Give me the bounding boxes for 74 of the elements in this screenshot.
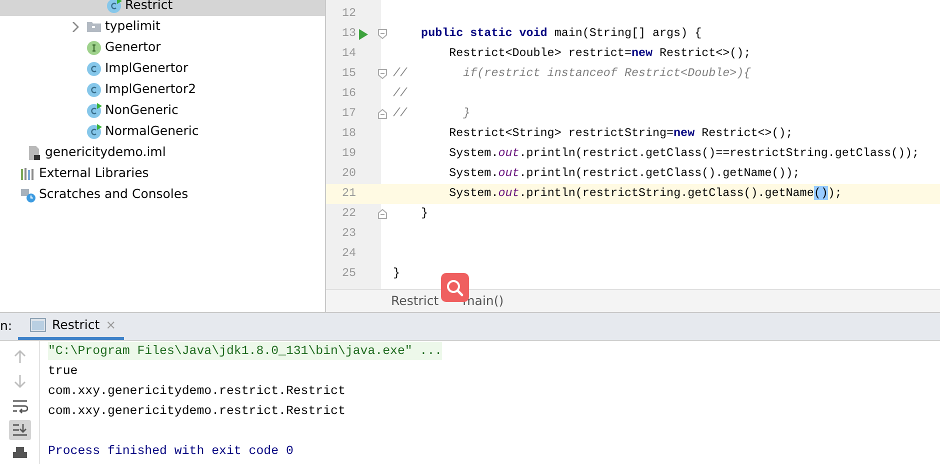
tree-row[interactable]: Genertor [0, 37, 325, 58]
line-number: 18 [340, 125, 356, 142]
code-line: Restrict<String> restrictString=new Restrict<>(); [448, 125, 793, 142]
tree-row[interactable]: NormalGeneric [0, 121, 325, 142]
line-number: 22 [340, 205, 356, 222]
line-number: 17 [340, 105, 356, 122]
tree-item-label: typelimit [105, 17, 160, 36]
code-editor[interactable] [326, 0, 940, 289]
tree-item-label: Genertor [105, 38, 161, 56]
code-line: // } [393, 105, 470, 122]
line-number: 23 [340, 225, 356, 242]
line-number: 13 [340, 25, 356, 42]
tree-row[interactable]: Restrict [0, 0, 325, 16]
tree-row[interactable]: External Libraries [0, 163, 325, 184]
fold-icon [378, 69, 387, 79]
library-icon [20, 166, 36, 182]
tree-item-label: NormalGeneric [105, 122, 199, 140]
tree-row[interactable]: ImplGenertor2 [0, 79, 325, 100]
up-arrow-icon [12, 349, 28, 366]
tree-row[interactable]: typelimit [0, 16, 325, 37]
line-number: 19 [340, 145, 356, 162]
interface-icon [86, 40, 102, 56]
fold-icon [378, 209, 387, 219]
code-line: System.out.println(restrictString.getClass().getName()); [448, 185, 842, 202]
line-number: 20 [340, 165, 356, 182]
tree-item-label: ImplGenertor2 [105, 80, 196, 98]
search-icon [446, 278, 464, 296]
line-number: 25 [340, 265, 356, 282]
class-icon [106, 0, 122, 14]
scratches-icon [20, 186, 36, 202]
toolbar-button[interactable] [8, 420, 30, 440]
chevron-icon [70, 22, 78, 32]
down-arrow-icon [12, 373, 28, 390]
run-icon [358, 28, 368, 40]
console-line: com.xxy.genericitydemo.restrict.Restrict [48, 402, 346, 420]
class-icon [86, 82, 102, 98]
line-number: 12 [340, 5, 356, 22]
tree-item-label: ImplGenertor [105, 59, 188, 78]
soft-wrap-icon [12, 398, 28, 414]
panel-label: n: [0, 317, 14, 336]
tree-row[interactable]: genericitydemo.iml [0, 142, 325, 163]
tree-item-label: Scratches and Consoles [39, 185, 188, 204]
breadcrumb-link[interactable]: Restrict [391, 292, 439, 310]
code-line: } [393, 265, 400, 282]
console-line: Process finished with exit code 0 [48, 442, 294, 460]
line-number: 16 [340, 85, 356, 102]
fold-icon [378, 29, 387, 39]
code-line: // if(restrict instanceof Restrict<Double>){ [393, 65, 751, 82]
file-icon [26, 144, 42, 160]
line-number: 14 [340, 45, 356, 62]
tree-row[interactable]: ImplGenertor [0, 58, 325, 79]
code-line: Restrict<Double> restrict=new Restrict<>(); [448, 45, 751, 62]
tree-item-label: NonGeneric [105, 101, 178, 120]
console-line: true [48, 362, 78, 380]
code-line: // [393, 85, 408, 102]
console-icon [30, 318, 46, 332]
line-number: 15 [340, 65, 356, 82]
code-line: System.out.println(restrict.getClass().getName()); [448, 165, 800, 182]
tree-item-label: genericitydemo.iml [45, 143, 166, 162]
class-icon [86, 60, 102, 76]
scroll-to-end-icon [12, 422, 28, 438]
class-icon [86, 102, 102, 118]
tree-row[interactable]: NonGeneric [0, 100, 325, 121]
tree-item-label: External Libraries [39, 164, 149, 182]
code-line: public static void main(String[] args) { [420, 25, 702, 42]
console-line: com.xxy.genericitydemo.restrict.Restrict [48, 382, 346, 400]
line-number: 24 [340, 245, 356, 262]
line-number: 21 [340, 185, 356, 202]
code-line: } [420, 205, 428, 222]
fold-icon [378, 109, 387, 119]
tree-row[interactable]: Scratches and Consoles [0, 184, 325, 205]
tree-item-label: Restrict [125, 0, 173, 14]
code-line: System.out.println(restrict.getClass()==restrictString.getClass()); [448, 145, 920, 162]
class-icon [86, 124, 102, 140]
